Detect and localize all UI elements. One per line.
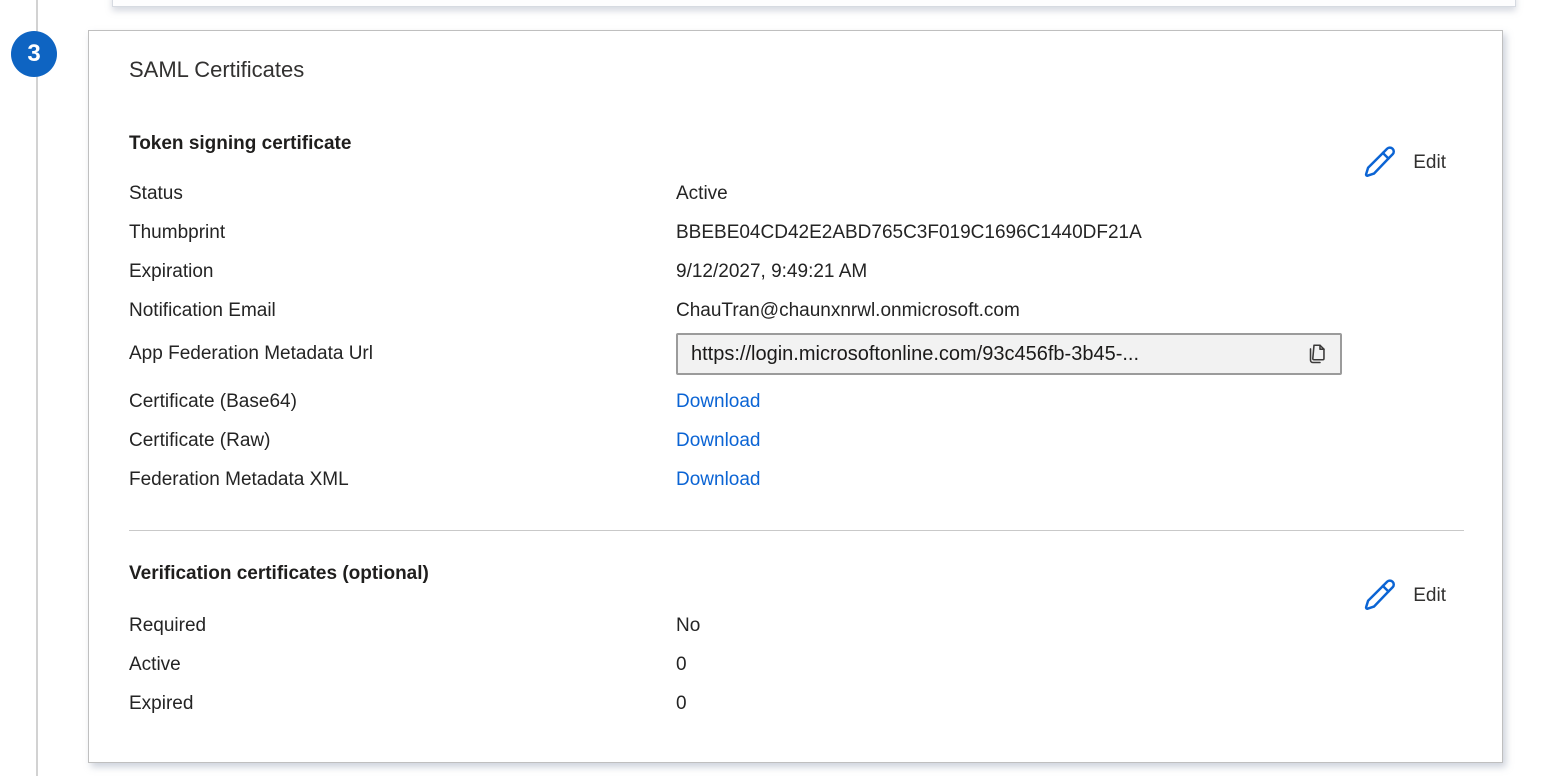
- expiration-label: Expiration: [129, 259, 676, 285]
- required-row: Required No: [129, 613, 1462, 639]
- status-row: Status Active: [129, 181, 1462, 207]
- notification-email-label: Notification Email: [129, 298, 676, 324]
- step-connector-line: [36, 0, 38, 776]
- previous-card-edge: [112, 0, 1516, 7]
- verification-certificates-heading: Verification certificates (optional): [129, 563, 429, 585]
- page-canvas: 3 SAML Certificates Token signing certif…: [0, 0, 1544, 782]
- thumbprint-value: BBEBE04CD42E2ABD765C3F019C1696C1440DF21A: [676, 220, 1462, 246]
- expired-count-row: Expired 0: [129, 691, 1462, 717]
- metadata-url-value: https://login.microsoftonline.com/93c456…: [691, 341, 1296, 367]
- certificate-base64-label: Certificate (Base64): [129, 389, 676, 415]
- edit-button-label: Edit: [1413, 152, 1446, 174]
- active-count-value: 0: [676, 652, 1462, 678]
- thumbprint-row: Thumbprint BBEBE04CD42E2ABD765C3F019C169…: [129, 220, 1462, 246]
- expiration-value: 9/12/2027, 9:49:21 AM: [676, 259, 1462, 285]
- active-count-label: Active: [129, 652, 676, 678]
- expired-count-value: 0: [676, 691, 1462, 717]
- app-federation-metadata-url-row: App Federation Metadata Url https://logi…: [129, 333, 1462, 375]
- required-label: Required: [129, 613, 676, 639]
- certificate-base64-row: Certificate (Base64) Download: [129, 389, 1462, 415]
- section-divider: [129, 530, 1464, 531]
- required-value: No: [676, 613, 1462, 639]
- saml-certificates-card: SAML Certificates Token signing certific…: [88, 30, 1503, 763]
- metadata-url-readonly-field[interactable]: https://login.microsoftonline.com/93c456…: [676, 333, 1342, 375]
- certificate-raw-row: Certificate (Raw) Download: [129, 428, 1462, 454]
- app-federation-metadata-url-label: App Federation Metadata Url: [129, 341, 676, 367]
- notification-email-value: ChauTran@chaunxnrwl.onmicrosoft.com: [676, 298, 1462, 324]
- pencil-icon: [1361, 144, 1398, 181]
- token-signing-certificate-heading: Token signing certificate: [129, 133, 351, 155]
- download-certificate-raw-link[interactable]: Download: [676, 430, 761, 451]
- federation-metadata-xml-label: Federation Metadata XML: [129, 467, 676, 493]
- notification-email-row: Notification Email ChauTran@chaunxnrwl.o…: [129, 298, 1462, 324]
- certificate-raw-label: Certificate (Raw): [129, 428, 676, 454]
- copy-url-button[interactable]: [1304, 341, 1330, 367]
- status-label: Status: [129, 181, 676, 207]
- status-value: Active: [676, 181, 1462, 207]
- step-number: 3: [27, 40, 40, 68]
- download-certificate-base64-link[interactable]: Download: [676, 391, 761, 412]
- edit-token-signing-certificate-button[interactable]: Edit: [1361, 144, 1446, 181]
- federation-metadata-xml-row: Federation Metadata XML Download: [129, 467, 1462, 493]
- edit-button-label: Edit: [1413, 585, 1446, 607]
- copy-icon: [1305, 342, 1329, 366]
- step-number-badge: 3: [11, 31, 57, 77]
- thumbprint-label: Thumbprint: [129, 220, 676, 246]
- edit-verification-certificates-button[interactable]: Edit: [1361, 577, 1446, 614]
- active-count-row: Active 0: [129, 652, 1462, 678]
- download-federation-metadata-xml-link[interactable]: Download: [676, 469, 761, 490]
- expiration-row: Expiration 9/12/2027, 9:49:21 AM: [129, 259, 1462, 285]
- pencil-icon: [1361, 577, 1398, 614]
- card-title: SAML Certificates: [129, 57, 304, 83]
- expired-count-label: Expired: [129, 691, 676, 717]
